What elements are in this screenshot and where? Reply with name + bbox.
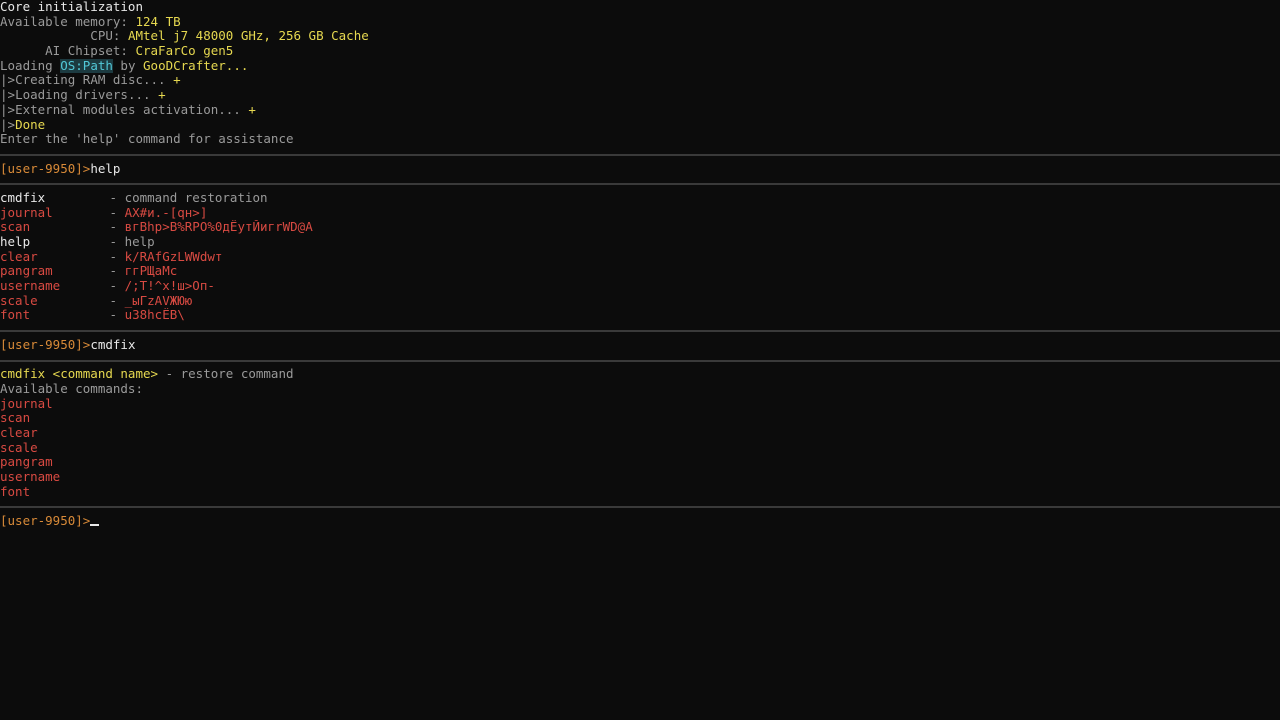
help-entry-name: cmdfix [0,190,46,205]
memory-line: Available memory: 124 TB [0,15,1280,30]
available-command: username [0,470,61,484]
help-entry-dash: - [102,293,125,308]
available-command: clear [0,425,38,440]
step-text: Creating RAM disc... [15,73,174,88]
help-entry: font - u38hcЁB\ [0,308,1280,323]
entered-command: help [90,161,121,176]
help-entry-desc: AX#и.-[qн>] [124,205,208,220]
active-prompt-line[interactable]: [user-9950]> [0,514,1280,529]
help-entry-name: scan [0,220,31,235]
step-prefix: |> [0,88,16,103]
text-cursor[interactable] [90,524,100,527]
separator [0,353,1280,368]
help-entry-desc: вгBhp>B%RPO%0дЁутЙигrWD@A [124,220,313,235]
os-name: OS:Path [60,58,113,73]
help-entry-dash: - [102,249,125,264]
help-entry-desc: ггРЩaMc [124,264,178,279]
available-label: Available commands: [0,381,143,396]
step-mark: + [248,102,256,117]
help-entry-dash: - [102,279,125,294]
chipset-line: AI Chipset: CraFarCo gen5 [0,44,1280,59]
separator [0,499,1280,514]
done-prefix: |> [0,117,16,132]
loading-prefix: Loading [0,58,61,73]
boot-step: |>Loading drivers... + [0,88,1280,103]
help-entry: scan - вгBhp>B%RPO%0дЁутЙигrWD@A [0,220,1280,235]
prompt-line: [user-9950]>cmdfix [0,338,1280,353]
usage-command: cmdfix <command name> [0,367,159,382]
cpu-value: AMtel j7 48000 GHz, 256 GB Cache [127,29,369,44]
step-text: External modules activation... [15,102,249,117]
help-entry-dash: - [102,235,125,249]
help-entry-dash: - [102,264,125,279]
prompt: [user-9950]> [0,161,91,176]
separator [0,147,1280,162]
step-text: Loading drivers... [15,88,159,103]
terminal-window[interactable]: Core initialization Available memory: 12… [0,0,1280,720]
help-entry-name: font [0,308,31,323]
help-entry-name: scale [0,293,38,308]
help-entry-desc: command restoration [124,190,268,205]
help-entry-desc: /;T!^x!ш>Оп- [124,279,215,294]
help-entry: scale - _ыГzAVЖЮю [0,294,1280,309]
help-entry: clear - k/RAfGzLWWdwт [0,250,1280,265]
help-entry-dash: - [102,205,125,220]
chipset-label: AI Chipset: [0,44,136,59]
help-hint: Enter the 'help' command for assistance [0,132,294,147]
help-entry: username - /;T!^x!ш>Оп- [0,279,1280,294]
cmdfix-usage: cmdfix <command name> - restore command [0,367,1280,382]
loading-by: by [112,58,144,73]
prompt: [user-9950]> [0,337,91,352]
usage-description: - restore command [158,367,294,382]
help-entry-desc: _ыГzAVЖЮю [124,293,193,308]
cpu-line: CPU: AMtel j7 48000 GHz, 256 GB Cache [0,29,1280,44]
help-entry-dash: - [102,220,125,235]
help-entry-desc: help [124,235,155,249]
help-entry-desc: k/RAfGzLWWdwт [124,249,223,264]
help-entry-name: username [0,279,61,294]
os-author: GooDCrafter... [143,58,249,73]
done-text: Done [15,117,46,132]
help-entry-name: clear [0,249,38,264]
help-entry: journal - AX#и.-[qн>] [0,206,1280,221]
help-entry: pangram - ггРЩaMc [0,264,1280,279]
help-entry: help - help [0,235,1280,250]
memory-value: 124 TB [135,14,181,29]
chipset-value: CraFarCo gen5 [135,44,234,59]
memory-label: Available memory: [0,14,136,29]
step-mark: + [173,73,181,88]
available-command: pangram [0,455,53,470]
step-prefix: |> [0,102,16,117]
help-entry-dash: - [102,308,125,323]
step-mark: + [158,88,166,103]
available-command: scan [0,411,31,426]
help-entry: cmdfix - command restoration [0,191,1280,206]
available-command: journal [0,396,53,411]
boot-step: |>Creating RAM disc... + [0,73,1280,88]
loading-line: Loading OS:Path by GooDCrafter... [0,58,1280,74]
separator [0,323,1280,338]
help-entry-name: journal [0,205,53,220]
available-command: scale [0,440,38,455]
prompt: [user-9950]> [0,514,91,529]
cpu-label: CPU: [0,29,128,44]
boot-done: |>Done [0,118,1280,133]
prompt-line: [user-9950]>help [0,162,1280,177]
help-entry-name: pangram [0,264,53,279]
help-entry-desc: u38hcЁB\ [124,308,185,323]
available-command: font [0,484,31,499]
boot-title: Core initialization [0,0,143,14]
separator [0,176,1280,191]
help-entry-dash: - [102,190,125,205]
entered-command: cmdfix [90,337,136,352]
step-prefix: |> [0,73,16,88]
boot-step: |>External modules activation... + [0,103,1280,118]
help-entry-name: help [0,235,31,249]
